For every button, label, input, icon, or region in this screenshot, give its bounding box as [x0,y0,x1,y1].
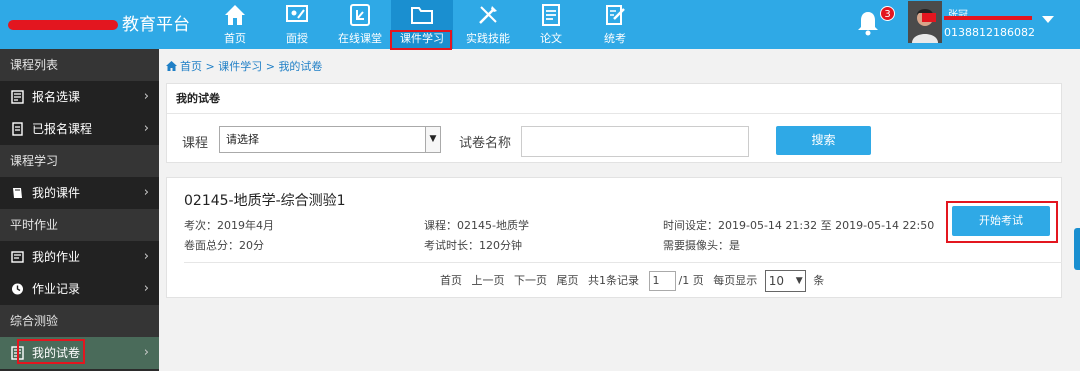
page-size-select[interactable]: 10 ▼ [764,270,806,292]
pager-next[interactable]: 下一页 [514,274,547,287]
exam-total-score: 卷面总分：20分 [184,239,264,252]
exam-time-setting: 时间设定：2019-05-14 21:32 至 2019-05-14 22:50 [663,219,935,232]
online-class-icon [350,4,370,26]
nav-home-label: 首页 [224,32,246,45]
nav-practice-label: 实践技能 [466,32,510,45]
breadcrumb-current: 我的试卷 [278,60,323,73]
course-select[interactable]: 请选择 ▼ [219,126,441,153]
divider [184,262,1062,263]
breadcrumb: 首页 > 课件学习 > 我的试卷 [166,58,322,74]
sidebar-group-comprehensive-test: 综合测验 [0,305,159,337]
highlight-box [390,30,452,50]
exam-duration: 考试时长：120分钟 [424,239,522,252]
sidebar-item-homework-records[interactable]: 作业记录 › [0,273,159,305]
start-exam-button[interactable]: 开始考试 [952,206,1050,236]
home-icon [225,5,245,25]
nav-courseware[interactable]: 课件学习 [390,0,453,50]
pager-prev[interactable]: 上一页 [472,274,505,287]
book-icon [13,188,22,198]
nav-online-class[interactable]: 在线课堂 [329,0,391,49]
nav-thesis-label: 论文 [540,32,562,45]
sidebar-group-course-list: 课程列表 [0,49,159,81]
breadcrumb-home[interactable]: 首页 [180,60,202,73]
sidebar-item-label: 已报名课程 [32,122,93,136]
nav-face-to-face-label: 面授 [286,32,308,45]
avatar[interactable] [908,1,942,43]
top-header: 教育平台 首页 面授 在线课堂 课件学习 实践技能 论文 统考 3 张冠 013… [0,0,1080,50]
enroll-icon [11,90,24,104]
chevron-right-icon: › [143,89,149,104]
user-info[interactable]: 张冠 0138812186082 [944,6,1035,42]
per-page-label: 每页显示 [713,274,758,287]
sidebar-item-label: 我的作业 [32,250,81,264]
sidebar-item-my-exam-papers[interactable]: 我的试卷 › [0,337,159,369]
exam-name-input[interactable] [521,126,749,157]
nav-online-class-label: 在线课堂 [338,32,382,45]
search-controls: 课程 请选择 ▼ 试卷名称 搜索 [166,83,1062,163]
chevron-down-icon[interactable] [1042,16,1054,23]
exam-name-label: 试卷名称 [459,136,512,151]
sidebar-item-enroll[interactable]: 报名选课 › [0,81,159,113]
brand-text: 教育平台 [122,15,190,35]
breadcrumb-courseware[interactable]: 课件学习 [218,60,262,73]
redaction-mark [8,20,118,30]
folder-icon [411,7,433,24]
per-page-unit: 条 [813,274,825,287]
breadcrumb-separator: > [205,60,215,73]
chevron-down-icon: ▼ [795,276,803,286]
course-select-value: 请选择 [226,133,259,146]
notification-badge: 3 [880,6,895,21]
pager-last[interactable]: 尾页 [557,274,579,287]
exam-title: 02145-地质学-综合测验1 [184,193,346,209]
chevron-down-icon: ▼ [425,127,440,152]
document-icon [542,4,560,26]
nav-home[interactable]: 首页 [204,0,266,49]
nav-unified-exam-label: 统考 [604,32,626,45]
pager-record-count: 共1条记录 [588,274,639,287]
chevron-right-icon: › [143,345,149,360]
course-label: 课程 [182,136,209,151]
sidebar-item-label: 报名选课 [32,90,81,104]
bell-icon[interactable] [856,10,880,36]
page-number-input[interactable]: 1 [648,271,676,291]
pager-total-pages: /1 页 [678,274,704,287]
nav-unified-exam[interactable]: 统考 [584,0,646,49]
sidebar-item-my-courseware[interactable]: 我的课件 › [0,177,159,209]
chevron-right-icon: › [143,121,149,136]
brand-title: 教育平台 [8,10,190,35]
exam-camera-required: 需要摄像头：是 [663,239,740,252]
clock-icon [12,283,23,295]
edit-icon [606,5,625,25]
chevron-right-icon: › [143,281,149,296]
page-size-value: 10 [768,274,784,288]
sidebar-item-my-homework[interactable]: 我的作业 › [0,241,159,273]
user-photo-icon [908,1,942,43]
home-icon [166,61,177,71]
breadcrumb-separator: > [265,60,275,73]
exam-session: 考次：2019年4月 [184,219,274,232]
sidebar-item-label: 我的课件 [32,186,81,200]
highlight-box [17,339,85,364]
redaction-mark [944,16,1032,28]
side-scroll-tab[interactable] [1074,228,1080,270]
registered-course-icon [12,122,23,136]
search-button[interactable]: 搜索 [776,126,871,155]
sidebar: 课程列表 报名选课 › 已报名课程 › 课程学习 我的课件 › 平时作业 我的作… [0,49,159,371]
sidebar-item-label: 作业记录 [32,282,81,296]
exam-course: 课程：02145-地质学 [424,219,529,232]
nav-face-to-face[interactable]: 面授 [266,0,328,49]
sidebar-group-course-study: 课程学习 [0,145,159,177]
tools-icon [479,6,497,24]
chevron-right-icon: › [143,185,149,200]
sidebar-group-homework: 平时作业 [0,209,159,241]
pager-first[interactable]: 首页 [440,274,462,287]
chevron-right-icon: › [143,249,149,264]
exam-card: 02145-地质学-综合测验1 考次：2019年4月 卷面总分：20分 课程：0… [166,177,1062,298]
whiteboard-icon [286,5,308,22]
nav-thesis[interactable]: 论文 [520,0,582,49]
pagination: 首页 上一页 下一页 尾页 共1条记录 1/1 页 每页显示 10 ▼ 条 [440,270,830,292]
homework-icon [11,251,24,263]
sidebar-item-registered-courses[interactable]: 已报名课程 › [0,113,159,145]
nav-practice[interactable]: 实践技能 [457,0,519,49]
